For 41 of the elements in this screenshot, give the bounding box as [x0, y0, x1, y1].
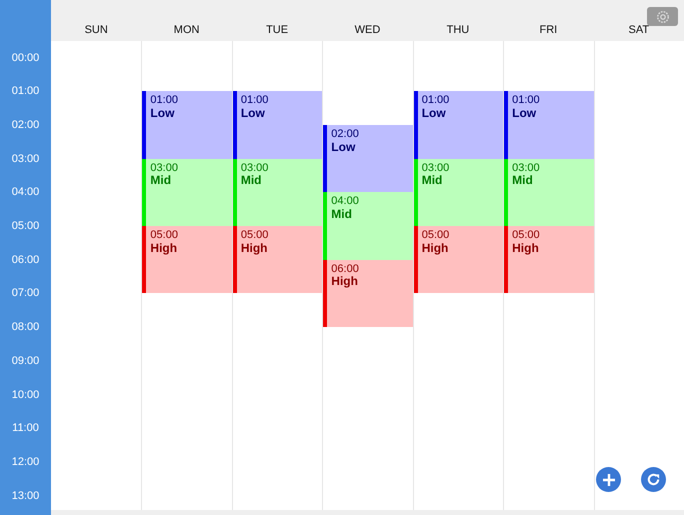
refresh-button[interactable] [641, 467, 666, 492]
event-block[interactable]: 03:00 Mid [232, 158, 322, 226]
event-block[interactable]: 06:00 High [323, 260, 413, 328]
hour-label: 11:00 [11, 420, 40, 436]
day-label: THU [446, 22, 470, 38]
event-block[interactable]: 03:00 Mid [414, 158, 504, 226]
day-label: SUN [84, 22, 109, 38]
day-label: MON [172, 22, 200, 38]
hour-label: 03:00 [10, 151, 40, 166]
settings-icon [656, 10, 670, 24]
hour-label: 13:00 [10, 488, 40, 504]
event-block[interactable]: 05:00 High [504, 226, 594, 294]
hour-label: 02:00 [10, 118, 40, 133]
event-block[interactable]: 03:00 Mid [142, 158, 232, 226]
event-block[interactable]: 01:00 Low [142, 91, 232, 159]
hour-label: 00:00 [10, 50, 40, 66]
refresh-icon [646, 472, 661, 487]
event-block[interactable]: 05:00 High [232, 226, 322, 294]
plus-icon [602, 472, 616, 486]
event-block[interactable]: 01:00 Low [232, 91, 322, 159]
event-block[interactable]: 05:00 High [414, 226, 504, 294]
event-block[interactable]: 02:00 Low [323, 124, 413, 192]
hour-label: 09:00 [10, 354, 40, 369]
hour-label: 08:00 [10, 320, 40, 335]
event-block[interactable]: 01:00 Low [414, 91, 504, 159]
event-block[interactable]: 03:00 Mid [504, 158, 594, 226]
add-button[interactable] [596, 467, 621, 492]
day-label: TUE [265, 22, 290, 38]
hour-label: 01:00 [10, 84, 40, 99]
hour-label: 06:00 [10, 252, 40, 268]
event-block[interactable]: 05:00 High [142, 226, 232, 294]
day-label: SAT [627, 22, 650, 38]
event-block[interactable]: 04:00 Mid [323, 192, 413, 260]
hour-label: 12:00 [10, 454, 40, 470]
day-label: FRI [538, 22, 558, 38]
day-label: WED [354, 22, 382, 38]
event-block[interactable]: 01:00 Low [504, 91, 594, 159]
hour-label: 04:00 [10, 185, 40, 200]
hour-label: 05:00 [10, 218, 40, 234]
hour-label: 07:00 [10, 286, 40, 302]
hour-label: 10:00 [10, 387, 40, 402]
